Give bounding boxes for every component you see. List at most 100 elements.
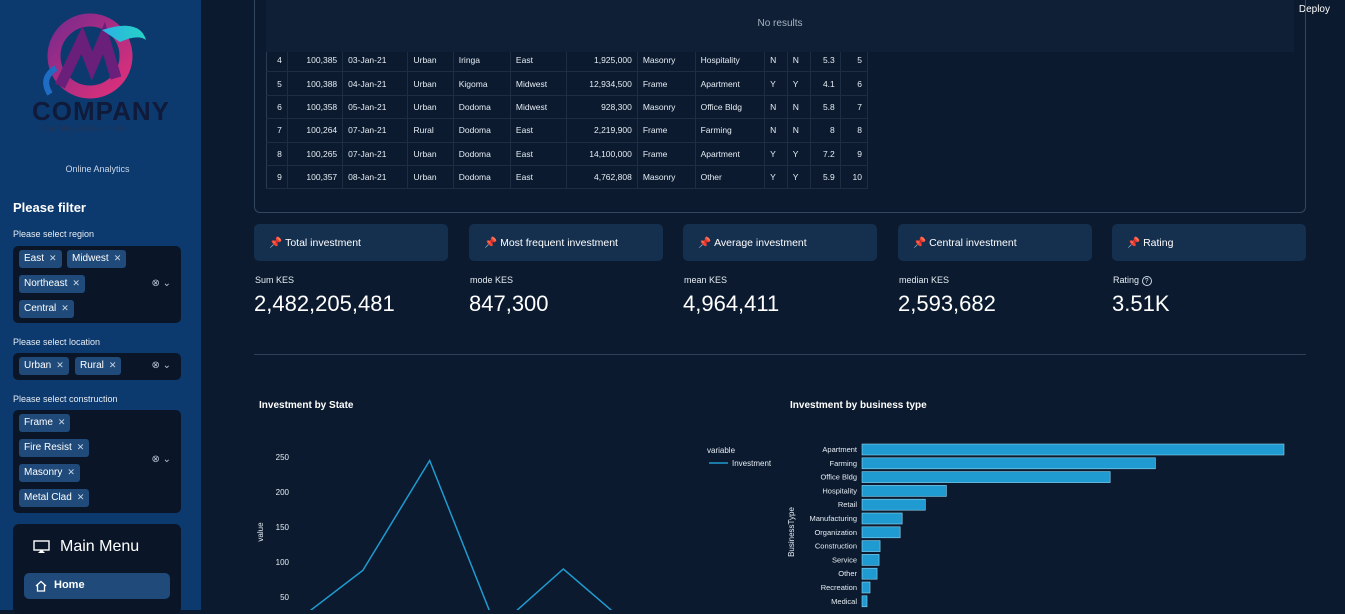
table-cell: Masonry <box>637 48 696 73</box>
category-label: Hospitality <box>822 486 857 495</box>
app-subtitle: Online Analytics <box>65 164 130 174</box>
table-cell: 12,934,500 <box>566 71 638 96</box>
remove-tag-icon[interactable]: ✕ <box>67 467 75 477</box>
table-row[interactable]: 8 100,265 07-Jan-21 Urban Dodoma East 14,100,0… <box>266 142 869 166</box>
table-row[interactable]: 4 100,385 03-Jan-21 Urban Iringa East 1,925,00… <box>266 48 869 73</box>
table-cell: 5 <box>266 71 288 96</box>
clear-all-icon[interactable]: ⊗ <box>151 454 159 465</box>
construction-tag[interactable]: Frame ✕ <box>19 414 71 432</box>
help-icon[interactable]: ? <box>1141 276 1152 286</box>
table-cell: Urban <box>407 95 454 120</box>
region-tag[interactable]: East ✕ <box>19 250 62 268</box>
table-cell: 100,265 <box>287 142 344 166</box>
bar-chart[interactable]: Apartment Farming Office Bldg Hospitality Re… <box>784 420 1306 610</box>
location-label: Please select location <box>13 337 101 347</box>
table-cell: Dodoma <box>453 142 511 166</box>
construction-tag[interactable]: Metal Clad ✕ <box>19 489 90 507</box>
region-tag[interactable]: Central ✕ <box>19 300 74 318</box>
location-tag[interactable]: Urban ✕ <box>19 357 69 375</box>
logo-tagline: Your Slogan Goes Here <box>40 124 125 133</box>
bar <box>861 554 880 566</box>
remove-tag-icon[interactable]: ✕ <box>114 253 122 263</box>
metric-value: 2,482,205,481 <box>254 291 395 316</box>
filter-heading: Please filter <box>13 200 86 215</box>
table-row[interactable]: 7 100,264 07-Jan-21 Rural Dodoma East 2,219,90… <box>266 118 869 143</box>
bar <box>861 485 947 497</box>
chevron-down-icon[interactable]: ⌄ <box>163 278 171 289</box>
y-tick-label: 150 <box>276 523 290 532</box>
construction-label: Please select construction <box>13 394 118 404</box>
metric-value: 2,593,682 <box>898 291 996 316</box>
table-cell: Y <box>764 165 788 190</box>
table-cell: Y <box>764 142 788 166</box>
table-row[interactable]: 6 100,358 05-Jan-21 Urban Dodoma Midwest 928,3… <box>266 95 869 120</box>
table-cell: 100,385 <box>287 48 344 73</box>
construction-multiselect[interactable]: Frame ✕ Fire Resist ✕ Masonry ✕ Metal Clad ✕… <box>13 410 181 513</box>
table-row[interactable]: 5 100,388 04-Jan-21 Urban Kigoma Midwest 12,93… <box>266 71 869 96</box>
table-cell: 4.1 <box>810 71 841 96</box>
location-multiselect[interactable]: Urban ✕ Rural ✕ ⊗ ⌄ <box>13 353 181 380</box>
menu-item-home[interactable]: Home <box>24 573 170 599</box>
bar <box>861 457 1156 470</box>
table-cell: N <box>787 48 811 73</box>
table-cell: Y <box>764 71 788 96</box>
clear-all-icon[interactable]: ⊗ <box>151 360 159 371</box>
table-cell: Dodoma <box>453 165 511 190</box>
metric-label: Rating ? <box>1113 275 1152 286</box>
table-cell: Other <box>695 165 766 190</box>
chevron-down-icon[interactable]: ⌄ <box>163 360 171 371</box>
table-cell: Urban <box>407 71 454 96</box>
table-cell: Dodoma <box>453 95 511 120</box>
pushpin-icon: 📌 <box>484 237 498 249</box>
construction-tag[interactable]: Masonry ✕ <box>19 464 80 482</box>
table-cell: 100,357 <box>287 165 344 190</box>
table-cell: East <box>510 142 567 166</box>
y-tick-label: 50 <box>280 593 289 602</box>
table-cell: 4 <box>266 48 288 73</box>
category-label: Service <box>832 555 857 564</box>
table-cell: 928,300 <box>566 95 638 120</box>
table-row[interactable]: 9 100,357 08-Jan-21 Urban Dodoma East 4,762,80… <box>266 165 869 190</box>
table-cell: Frame <box>637 71 696 96</box>
table-cell: Urban <box>407 142 454 166</box>
remove-tag-icon[interactable]: ✕ <box>56 360 64 370</box>
series-line-investment <box>309 458 613 610</box>
table-cell: N <box>787 118 811 143</box>
bar <box>861 443 1285 456</box>
remove-tag-icon[interactable]: ✕ <box>77 492 85 502</box>
data-table[interactable]: 4 100,385 03-Jan-21 Urban Iringa East 1,925,00… <box>266 48 869 190</box>
table-cell: Masonry <box>637 165 696 190</box>
remove-tag-icon[interactable]: ✕ <box>58 417 66 427</box>
chevron-down-icon[interactable]: ⌄ <box>163 454 171 465</box>
region-tag[interactable]: Midwest ✕ <box>67 250 127 268</box>
table-cell: Iringa <box>453 48 511 73</box>
line-chart[interactable]: 50 100 150 200 250 value variable Investment <box>254 420 774 610</box>
construction-tag[interactable]: Fire Resist ✕ <box>19 439 90 457</box>
table-cell: Rural <box>407 118 454 143</box>
region-tag[interactable]: Northeast ✕ <box>19 275 85 293</box>
table-cell: 100,264 <box>287 118 344 143</box>
screen-icon <box>33 540 50 553</box>
metric-title: Central investment <box>929 237 1017 249</box>
bar <box>861 567 878 580</box>
table-cell: 10 <box>840 165 869 190</box>
remove-tag-icon[interactable]: ✕ <box>72 278 80 288</box>
remove-tag-icon[interactable]: ✕ <box>49 253 57 263</box>
table-cell: Apartment <box>695 142 766 166</box>
category-label: Other <box>838 569 857 578</box>
table-cell: 1,925,000 <box>566 48 638 73</box>
table-cell: 5.8 <box>810 95 841 120</box>
table-cell: Farming <box>695 118 766 143</box>
location-tag[interactable]: Rural ✕ <box>75 357 122 375</box>
metric-label: Sum KES <box>255 275 295 285</box>
table-cell: 04-Jan-21 <box>342 71 409 96</box>
remove-tag-icon[interactable]: ✕ <box>77 442 85 452</box>
metric-title-box: 📌 Most frequent investment <box>469 224 663 261</box>
remove-tag-icon[interactable]: ✕ <box>61 303 69 313</box>
metric-label: mean KES <box>684 275 728 285</box>
remove-tag-icon[interactable]: ✕ <box>109 360 117 370</box>
region-multiselect[interactable]: East ✕ Midwest ✕ Northeast ✕ Central ✕ ⊗ ⌄ <box>13 246 181 323</box>
main-menu-title: Main Menu <box>60 538 140 555</box>
clear-all-icon[interactable]: ⊗ <box>151 278 159 289</box>
table-cell: 5 <box>840 48 869 73</box>
